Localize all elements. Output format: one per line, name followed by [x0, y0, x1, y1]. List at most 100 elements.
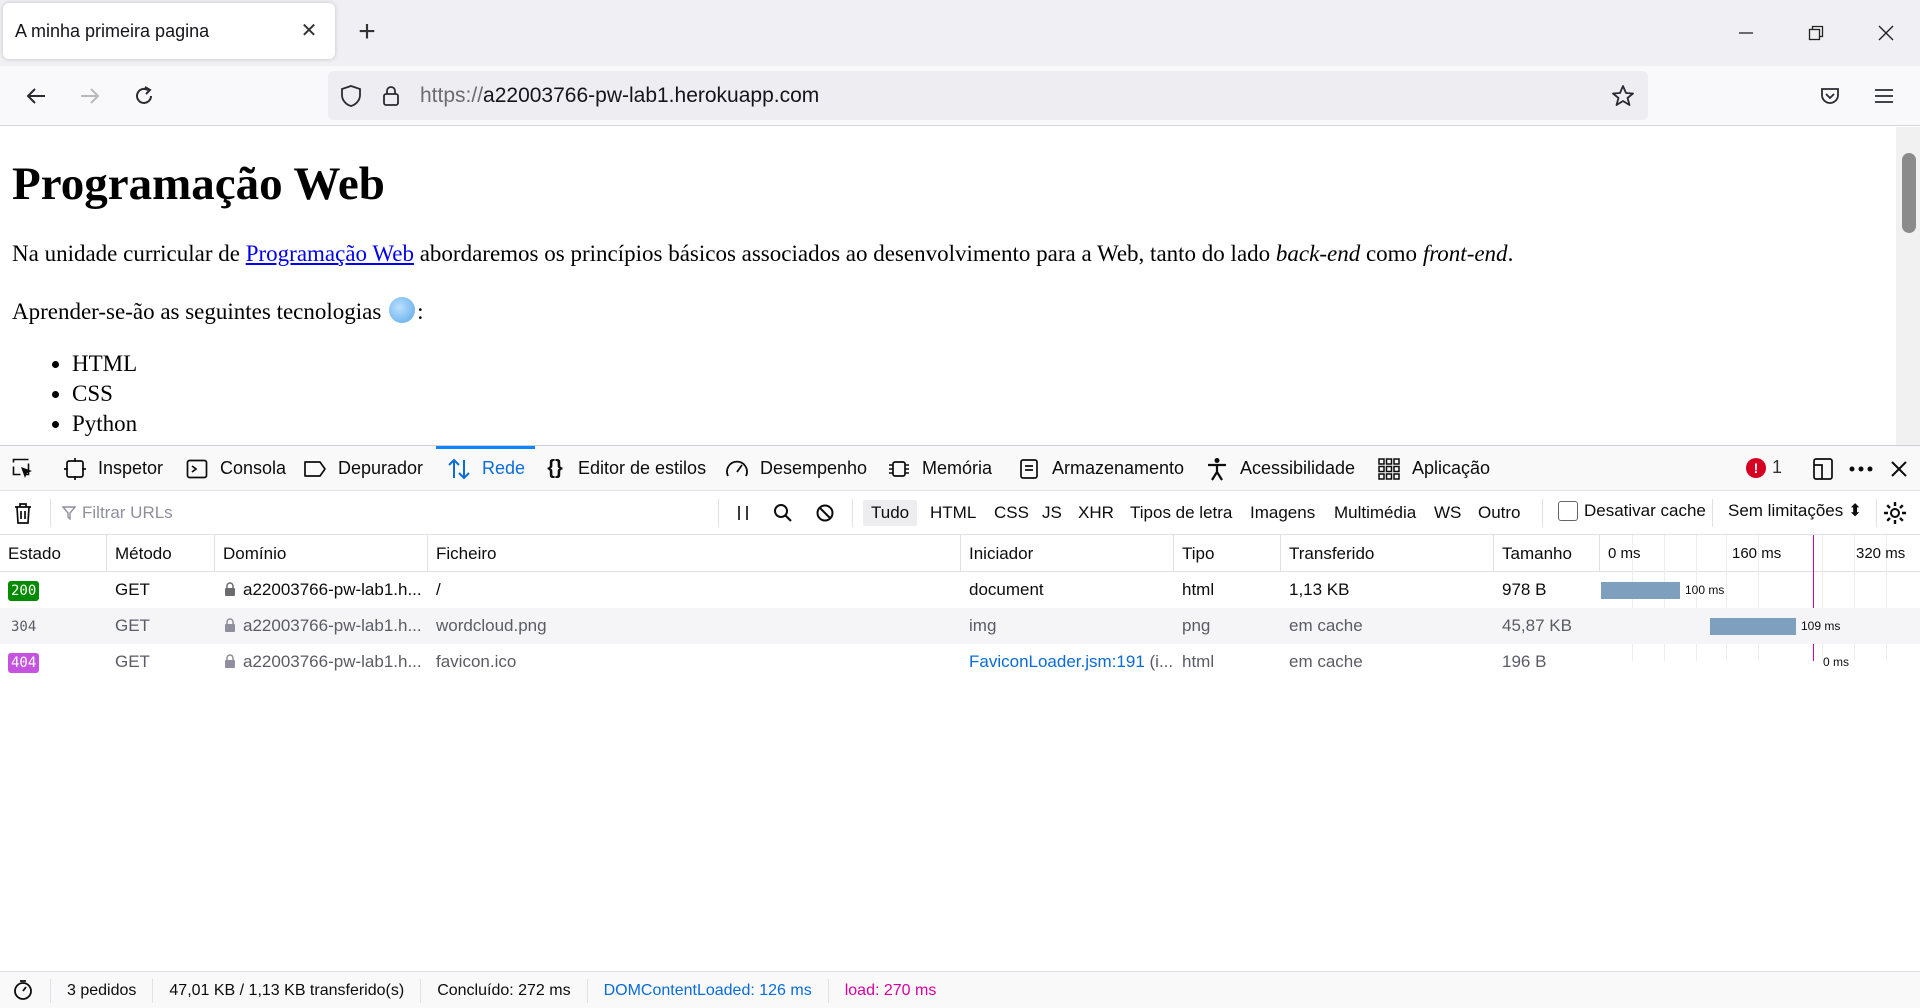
lock-icon	[225, 654, 235, 668]
devtools-tab-bar: Inspetor Consola Depurador Rede {} Edito…	[0, 446, 1920, 491]
tab-memory[interactable]: Memória	[886, 446, 992, 491]
close-tab-icon[interactable]: ✕	[297, 19, 321, 43]
page-scrollbar[interactable]	[1896, 127, 1920, 445]
restore-button[interactable]	[1796, 16, 1836, 50]
scrollbar-thumb[interactable]	[1902, 153, 1916, 233]
request-domain: a22003766-pw-lab1.h...	[243, 616, 422, 635]
filter-type-xhr[interactable]: XHR	[1070, 500, 1122, 526]
request-count: 3 pedidos	[51, 978, 154, 1003]
request-type: html	[1182, 580, 1215, 599]
forward-button[interactable]	[72, 78, 108, 114]
clear-requests-button[interactable]	[10, 491, 36, 535]
block-requests-button[interactable]	[812, 491, 838, 535]
column-method[interactable]: Método	[107, 535, 215, 572]
timing-label: 100 ms	[1685, 583, 1725, 597]
lock-icon[interactable]	[378, 83, 404, 109]
filter-type-media[interactable]: Multimédia	[1326, 500, 1424, 526]
element-picker-button[interactable]	[10, 446, 36, 491]
filter-urls-input[interactable]: Filtrar URLs	[62, 501, 712, 525]
devtools-panel: Inspetor Consola Depurador Rede {} Edito…	[0, 445, 1920, 1008]
status-badge: 404	[8, 653, 40, 673]
transfer-summary: 47,01 KB / 1,13 KB transferido(s)	[153, 978, 422, 1003]
search-button[interactable]	[770, 491, 796, 535]
dock-toggle-button[interactable]	[1810, 446, 1836, 491]
filter-type-js[interactable]: JS	[1034, 500, 1070, 526]
dock-side-icon	[1810, 456, 1836, 482]
request-size: 196 B	[1502, 652, 1547, 671]
disable-cache-checkbox[interactable]: Desativar cache	[1558, 501, 1706, 521]
column-size[interactable]: Tamanho	[1494, 535, 1600, 572]
tab-style-editor[interactable]: {} Editor de estilos	[542, 446, 706, 491]
network-status-bar: 3 pedidos 47,01 KB / 1,13 KB transferido…	[0, 971, 1920, 1008]
column-status[interactable]: Estado	[0, 535, 107, 572]
tab-performance[interactable]: Desempenho	[724, 446, 867, 491]
devtools-options-button[interactable]	[1848, 446, 1874, 491]
filter-type-other[interactable]: Outro	[1470, 500, 1529, 526]
menu-button[interactable]	[1866, 78, 1902, 114]
url-text[interactable]: https://a22003766-pw-lab1.herokuapp.com	[420, 84, 819, 108]
timing-label: 109 ms	[1801, 619, 1841, 633]
hamburger-menu-icon	[1875, 89, 1893, 103]
request-method: GET	[115, 580, 150, 599]
filter-type-images[interactable]: Imagens	[1242, 500, 1323, 526]
tab-network[interactable]: Rede	[435, 446, 536, 491]
filter-type-fonts[interactable]: Tipos de letra	[1122, 500, 1240, 526]
tracking-protection-icon[interactable]	[338, 83, 364, 109]
network-settings-button[interactable]	[1882, 491, 1908, 535]
request-domain: a22003766-pw-lab1.h...	[243, 580, 422, 599]
timing-label: 0 ms	[1823, 655, 1850, 669]
filter-type-css[interactable]: CSS	[986, 500, 1037, 526]
checkbox-box[interactable]	[1558, 501, 1578, 521]
tab-inspector[interactable]: Inspetor	[62, 446, 163, 491]
browser-tab[interactable]: A minha primeira pagina ✕	[3, 3, 335, 59]
table-row[interactable]: 200 GET a22003766-pw-lab1.h... / documen…	[0, 572, 1920, 608]
programacao-web-link[interactable]: Programação Web	[246, 241, 414, 266]
performance-analysis-button[interactable]	[0, 978, 51, 1003]
table-row[interactable]: 404 GET a22003766-pw-lab1.h... favicon.i…	[0, 644, 1920, 680]
url-protocol: https://	[420, 84, 484, 107]
table-row[interactable]: 304 GET a22003766-pw-lab1.h... wordcloud…	[0, 608, 1920, 644]
status-badge: 200	[8, 581, 40, 601]
tab-accessibility[interactable]: Acessibilidade	[1204, 446, 1355, 491]
network-toolbar: Filtrar URLs Tudo HTML CSS JS XHR Tipos …	[0, 491, 1920, 535]
column-transferred[interactable]: Transferido	[1281, 535, 1494, 572]
back-button[interactable]	[18, 78, 54, 114]
request-file: wordcloud.png	[436, 616, 547, 635]
throttling-select[interactable]: Sem limitações ⬍	[1728, 501, 1862, 521]
search-icon	[770, 500, 796, 526]
tab-application[interactable]: Aplicação	[1376, 446, 1490, 491]
url-host: a22003766-pw-lab1.herokuapp.com	[483, 84, 820, 107]
column-file[interactable]: Ficheiro	[428, 535, 961, 572]
column-initiator[interactable]: Iniciador	[961, 535, 1174, 572]
new-tab-button[interactable]: +	[352, 17, 382, 48]
request-transferred: em cache	[1289, 652, 1363, 671]
tab-console[interactable]: Consola	[184, 446, 286, 491]
memory-icon	[886, 456, 912, 482]
back-arrow-icon	[26, 88, 45, 104]
storage-icon	[1016, 456, 1042, 482]
reload-button[interactable]	[126, 78, 162, 114]
pocket-button[interactable]	[1812, 78, 1848, 114]
close-devtools-button[interactable]	[1886, 446, 1912, 491]
request-initiator: document	[969, 580, 1044, 599]
application-icon	[1376, 456, 1402, 482]
error-count-badge[interactable]: ! 1	[1746, 457, 1782, 478]
minimize-icon	[1739, 32, 1753, 34]
initiator-link[interactable]: FaviconLoader.jsm:191	[969, 652, 1145, 671]
filter-type-html[interactable]: HTML	[922, 500, 984, 526]
bookmark-star-icon[interactable]	[1610, 83, 1636, 109]
column-domain[interactable]: Domínio	[215, 535, 428, 572]
filter-type-all[interactable]: Tudo	[863, 500, 918, 526]
minimize-button[interactable]	[1726, 16, 1766, 50]
close-icon	[1886, 456, 1912, 482]
request-type: html	[1182, 652, 1215, 671]
column-type[interactable]: Tipo	[1174, 535, 1281, 572]
url-bar[interactable]: https://a22003766-pw-lab1.herokuapp.com	[328, 71, 1648, 120]
tab-storage[interactable]: Armazenamento	[1016, 446, 1184, 491]
technologies-paragraph: Aprender-se-ão as seguintes tecnologias …	[12, 297, 424, 325]
filter-type-ws[interactable]: WS	[1426, 500, 1469, 526]
pause-button[interactable]	[730, 491, 756, 535]
tab-debugger[interactable]: Depurador	[302, 446, 423, 491]
close-window-button[interactable]	[1866, 16, 1906, 50]
page-content: Programação Web Na unidade curricular de…	[0, 127, 1896, 445]
